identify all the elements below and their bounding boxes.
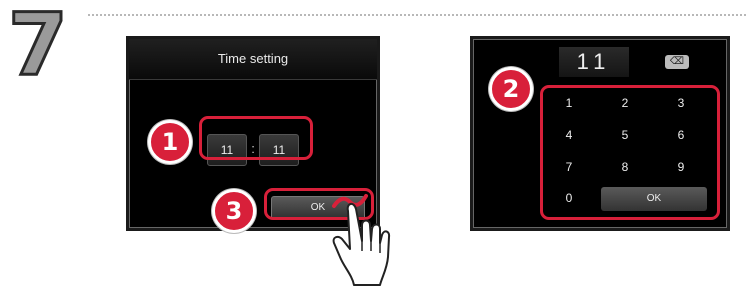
time-field-highlight [199,116,313,160]
screen-title: Time setting [129,39,377,80]
step-number: 7 [7,0,70,95]
header-divider [88,14,746,16]
backspace-icon[interactable]: ⌫ [665,55,689,69]
step-badge-1: 1 [148,120,192,164]
step-badge-2: 2 [489,67,533,111]
keypad-highlight [540,85,720,220]
step-badge-3: 3 [212,189,256,233]
pointing-hand-icon [332,203,391,286]
number-display: 11 [559,47,629,77]
